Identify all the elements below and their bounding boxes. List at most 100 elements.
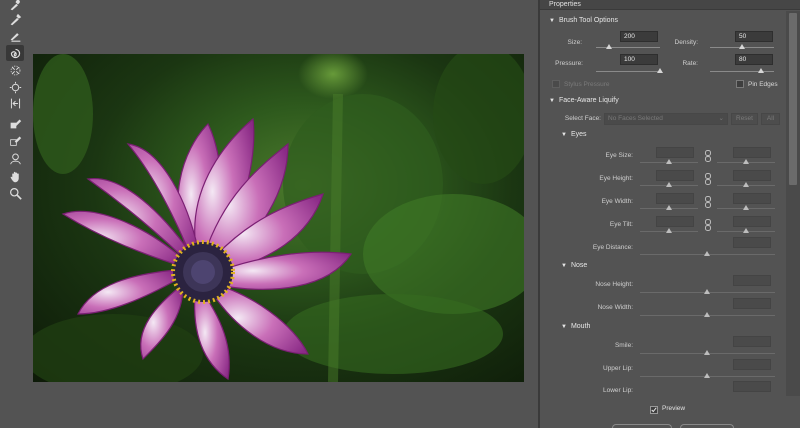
eye-tilt-right-slider[interactable] [717,228,775,233]
size-slider[interactable] [596,44,660,49]
link-icon[interactable] [704,173,712,185]
eye-tilt-left-thumb[interactable] [666,228,672,233]
eye-size-right-field[interactable] [733,147,771,158]
rate-slider-thumb[interactable] [758,68,764,73]
chevron-down-icon: ⌄ [718,115,724,122]
eye-width-left-thumb[interactable] [666,205,672,210]
eye-tilt-left-field[interactable] [656,216,694,227]
smile-label: Smile: [614,342,633,349]
zoom-icon[interactable] [6,185,24,201]
nose-title: Nose [570,262,588,269]
eye-distance-slider[interactable] [640,251,775,256]
upper-lip-thumb[interactable] [704,373,710,378]
push-left-icon[interactable] [6,95,24,111]
density-field[interactable]: 50 [735,31,773,42]
eye-width-right-field[interactable] [733,193,771,204]
eye-size-right-slider[interactable] [717,159,775,164]
eyes-header[interactable]: ▼ Eyes [561,131,587,138]
bloat-icon[interactable] [6,79,24,95]
nose-width-slider[interactable] [640,312,775,317]
eye-height-left-field[interactable] [656,170,694,181]
eye-tilt-left-slider[interactable] [640,228,698,233]
nose-height-slider[interactable] [640,289,775,294]
stylus-pressure-checkbox[interactable] [552,80,560,88]
upper-lip-label: Upper Lip: [603,365,633,372]
size-label: Size: [567,39,582,46]
ok-button[interactable] [680,424,734,428]
eye-height-left-thumb[interactable] [666,182,672,187]
size-field[interactable]: 200 [620,31,658,42]
eye-size-right-thumb[interactable] [743,159,749,164]
eye-height-right-slider[interactable] [717,182,775,187]
upper-lip-field[interactable] [733,359,771,370]
properties-panel: Properties ▼ Brush Tool Options Size: 200… [538,0,800,428]
eye-height-left-slider[interactable] [640,182,698,187]
smile-thumb[interactable] [704,350,710,355]
rate-slider[interactable] [710,68,774,73]
lower-lip-label: Lower Lip: [603,387,633,394]
link-icon[interactable] [704,219,712,231]
lower-lip-field[interactable] [733,381,771,392]
properties-body: ▼ Brush Tool Options Size: 200 Density: 5… [540,11,786,396]
eye-tilt-right-field[interactable] [733,216,771,227]
collapse-triangle-icon: ▼ [549,98,555,104]
panel-scrollbar[interactable] [786,11,800,396]
face-tool-icon[interactable] [6,150,24,166]
eye-height-right-field[interactable] [733,170,771,181]
pressure-slider-thumb[interactable] [657,68,663,73]
nose-height-thumb[interactable] [704,289,710,294]
eye-width-right-thumb[interactable] [743,205,749,210]
nose-width-thumb[interactable] [704,312,710,317]
properties-tab[interactable]: Properties [540,0,800,10]
reset-button[interactable]: Reset [731,113,758,125]
pressure-slider[interactable] [596,68,663,73]
eye-size-label: Eye Size: [605,152,633,159]
all-button[interactable]: All [761,113,780,125]
eye-width-right-slider[interactable] [717,205,775,210]
pressure-field[interactable]: 100 [620,54,658,65]
eye-size-left-field[interactable] [656,147,694,158]
link-icon[interactable] [704,150,712,162]
smooth-icon[interactable] [6,27,24,43]
eye-width-left-slider[interactable] [640,205,698,210]
pin-edges-checkbox[interactable] [736,80,744,88]
hand-icon[interactable] [6,168,24,184]
pressure-label: Pressure: [555,60,583,67]
canvas-area[interactable] [33,0,536,428]
pucker-icon[interactable] [6,62,24,78]
eye-distance-field[interactable] [733,237,771,248]
nose-header[interactable]: ▼ Nose [561,262,587,269]
flower-photo[interactable] [33,54,524,382]
nose-height-field[interactable] [733,275,771,286]
nose-width-field[interactable] [733,298,771,309]
freeze-mask-icon[interactable] [6,115,24,131]
density-slider-thumb[interactable] [739,44,745,49]
brush-options-header[interactable]: ▼ Brush Tool Options [549,17,618,24]
eye-height-right-thumb[interactable] [743,182,749,187]
link-icon[interactable] [704,196,712,208]
panel-title: Properties [549,1,581,8]
smile-field[interactable] [733,336,771,347]
upper-lip-slider[interactable] [640,373,775,378]
eye-size-left-slider[interactable] [640,159,698,164]
twirl-icon[interactable] [6,45,24,61]
reconstruct-icon[interactable] [6,11,24,27]
preview-checkbox[interactable] [650,406,658,414]
face-liquify-header[interactable]: ▼ Face-Aware Liquify [549,97,619,104]
eye-distance-thumb[interactable] [704,251,710,256]
scrollbar-thumb[interactable] [789,13,797,185]
collapse-triangle-icon: ▼ [561,263,567,269]
mouth-header[interactable]: ▼ Mouth [561,323,590,330]
thaw-mask-icon[interactable] [6,132,24,148]
eye-width-left-field[interactable] [656,193,694,204]
rate-field[interactable]: 80 [735,54,773,65]
eye-tilt-right-thumb[interactable] [743,228,749,233]
eye-height-label: Eye Height: [599,175,633,182]
eye-size-left-thumb[interactable] [666,159,672,164]
size-slider-thumb[interactable] [606,44,612,49]
smile-slider[interactable] [640,350,775,355]
select-face-dropdown[interactable]: No Faces Selected ⌄ [604,113,728,125]
density-slider[interactable] [710,44,774,49]
collapse-triangle-icon: ▼ [561,132,567,138]
cancel-button[interactable] [612,424,672,428]
